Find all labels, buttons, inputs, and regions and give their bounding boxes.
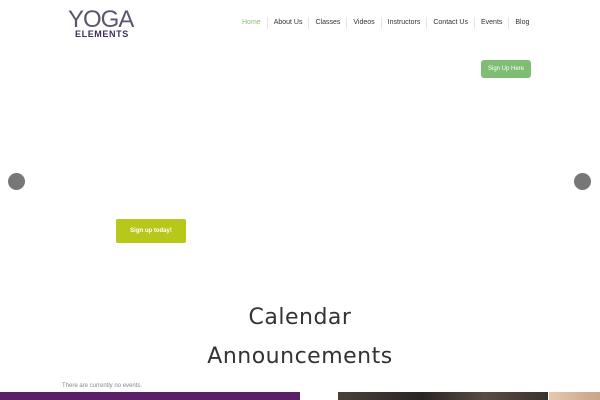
nav-item-about-us[interactable]: About Us xyxy=(266,17,309,29)
page: YOGA ELEMENTS Home About Us Classes Vide… xyxy=(0,0,600,400)
site-logo[interactable]: YOGA ELEMENTS xyxy=(66,8,142,40)
purple-banner xyxy=(0,392,300,400)
sign-up-today-button[interactable]: Sign up today! xyxy=(116,219,186,243)
nav-item-events[interactable]: Events xyxy=(473,17,508,29)
main-nav: Home About Us Classes Videos Instructors… xyxy=(236,17,535,29)
nav-item-videos[interactable]: Videos xyxy=(346,17,380,29)
slider-next-icon[interactable] xyxy=(574,173,591,190)
announcements-heading: Announcements xyxy=(207,344,393,369)
nav-item-contact-us[interactable]: Contact Us xyxy=(426,17,474,29)
nav-item-home[interactable]: Home xyxy=(236,17,267,29)
nav-item-blog[interactable]: Blog xyxy=(508,17,535,29)
sign-up-here-button[interactable]: Sign Up Here xyxy=(481,60,531,78)
calendar-heading: Calendar xyxy=(248,305,352,330)
slider-prev-icon[interactable] xyxy=(8,173,25,190)
logo-wordmark-bottom: ELEMENTS xyxy=(75,29,129,39)
nav-item-instructors[interactable]: Instructors xyxy=(380,17,427,29)
announcement-image xyxy=(338,392,548,400)
nav-item-classes[interactable]: Classes xyxy=(308,17,346,29)
no-events-message: There are currently no events. xyxy=(62,383,143,389)
announcement-image-secondary xyxy=(549,392,600,400)
